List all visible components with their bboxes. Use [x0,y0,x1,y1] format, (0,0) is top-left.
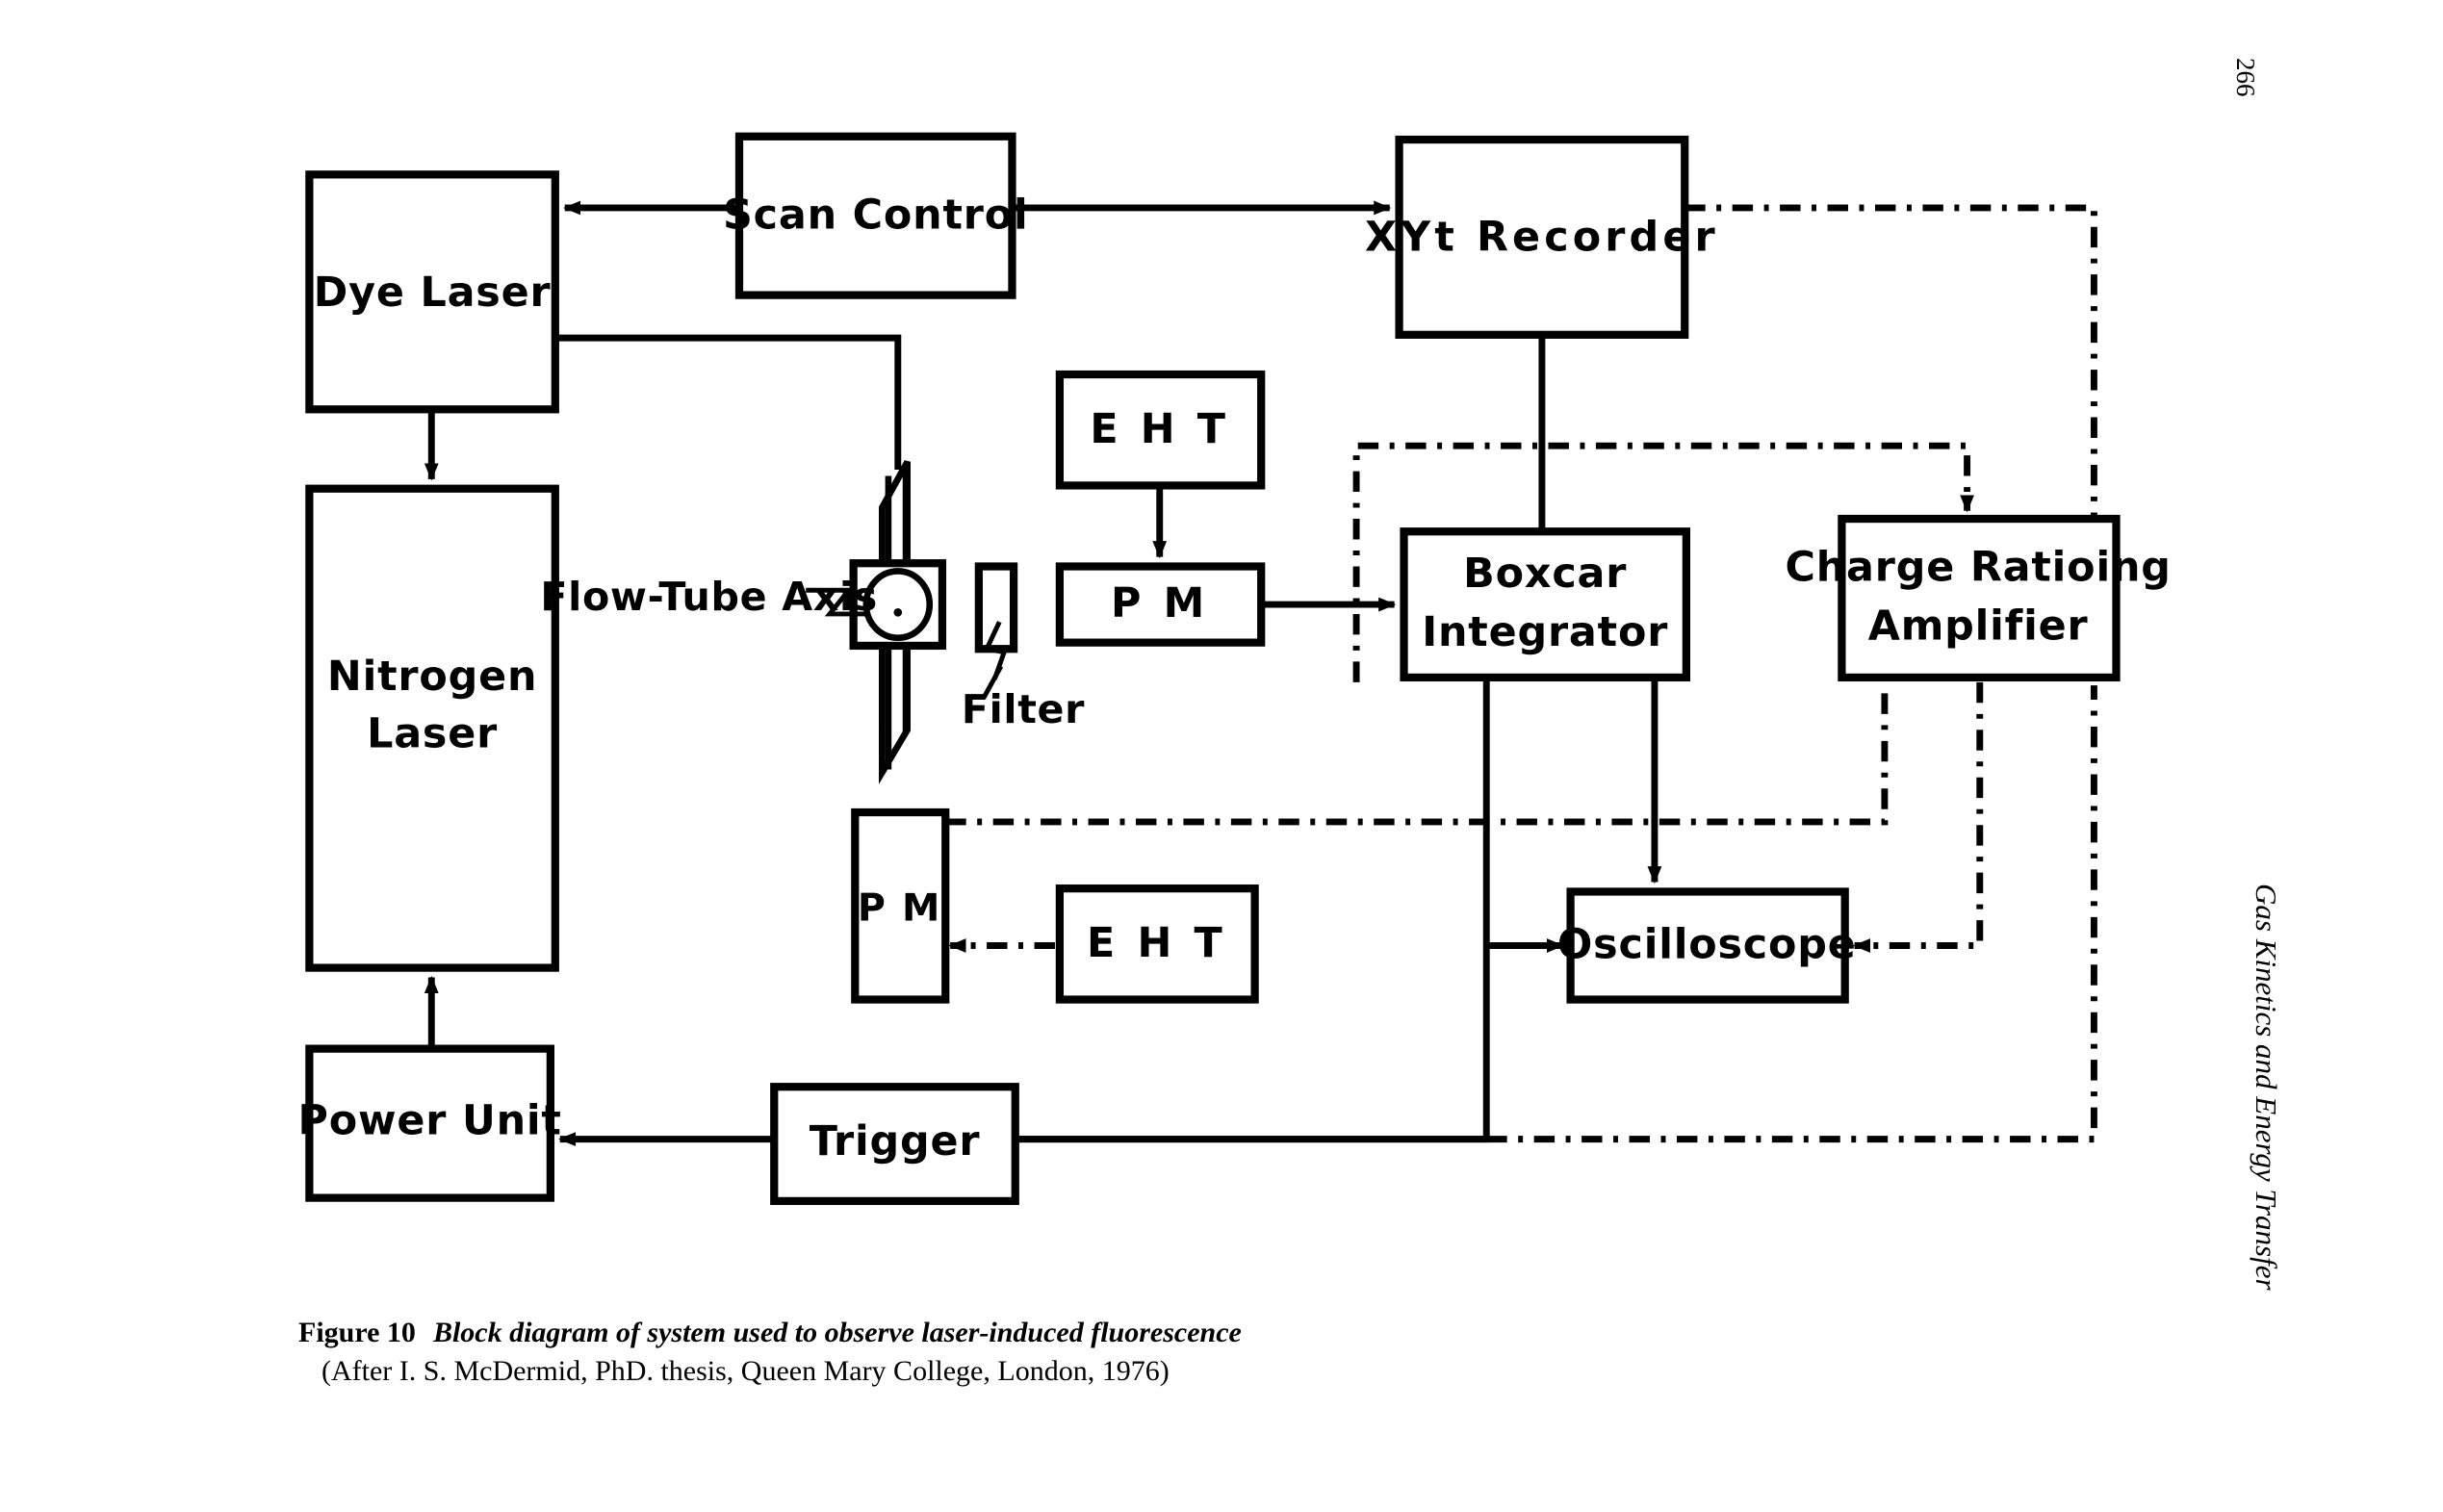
block-oscilloscope[interactable]: Oscilloscope [1557,887,1857,1004]
block-eht-lower[interactable]: E H T [1055,884,1259,1004]
block-label-power-unit: Power Unit [298,1097,562,1145]
block-pm-upper[interactable]: P M [1055,562,1266,647]
block-scan-control[interactable]: Scan Control [723,132,1029,299]
block-label-charge-amp-line1: Charge Ratioing [1785,543,2171,591]
figure-caption: Figure 10 Block diagram of system used to… [298,1317,1550,1388]
caption-attribution: (After I. S. McDermid, PhD. thesis, Quee… [321,1355,1170,1387]
block-label-nitrogen-laser-line1: Nitrogen [327,653,537,701]
block-label-xyt-recorder: XYt Recorder [1365,213,1719,261]
page-number: 266 [2231,58,2260,97]
block-label-eht-lower: E H T [1087,919,1226,967]
block-xyt-recorder[interactable]: XYt Recorder [1365,135,1719,339]
block-boxcar-integrator[interactable]: Boxcar Integrator [1400,527,1690,682]
link-pm-lower-to-charge-amp [945,685,1889,826]
block-group: Dye Laser Scan Control XYt Recorder Nitr… [298,132,2171,1206]
link-xyt-recorder-to-charge-amp [1684,204,2097,520]
block-label-boxcar-line2: Integrator [1422,608,1668,656]
block-label-trigger: Trigger [810,1117,981,1166]
block-nitrogen-laser[interactable]: Nitrogen Laser [305,484,559,972]
link-dye-laser-to-flow-tube [554,334,902,470]
block-trigger[interactable]: Trigger [770,1083,1019,1206]
annotation-flow-tube-axis: Flow-Tube Axis [540,574,878,620]
flow-tube-center-dot [893,608,903,617]
block-label-oscilloscope: Oscilloscope [1557,921,1857,969]
block-label-charge-amp-line2: Amplifier [1868,602,2089,650]
block-diagram-figure: Dye Laser Scan Control XYt Recorder Nitr… [298,132,2171,1206]
block-label-boxcar-line1: Boxcar [1463,550,1627,598]
link-charge-amp-to-oscilloscope [1852,681,1984,953]
figure-page: Dye Laser Scan Control XYt Recorder Nitr… [0,0,2443,1512]
caption-line-1: Figure 10 Block diagram of system used to… [298,1317,1550,1349]
block-eht-upper[interactable]: E H T [1055,370,1266,490]
optical-filter-icon [974,562,1018,653]
caption-figure-number: Figure 10 [298,1317,416,1348]
block-label-pm-upper: P M [1111,579,1208,628]
block-label-dye-laser: Dye Laser [314,269,552,317]
block-label-scan-control: Scan Control [723,191,1029,239]
running-head: Gas Kinetics and Energy Transfer [2250,884,2283,1291]
caption-figure-title: Block diagram of system used to observe … [432,1317,1242,1348]
block-label-eht-upper: E H T [1090,405,1229,453]
block-label-pm-lower: P M [858,886,941,931]
block-power-unit[interactable]: Power Unit [298,1044,562,1202]
block-charge-ratioing-amplifier[interactable]: Charge Ratioing Amplifier [1785,514,2171,682]
block-dye-laser[interactable]: Dye Laser [305,170,559,414]
annotation-filter: Filter [962,686,1085,732]
block-label-nitrogen-laser-line2: Laser [367,709,498,757]
block-pm-lower[interactable]: P M [851,807,950,1004]
